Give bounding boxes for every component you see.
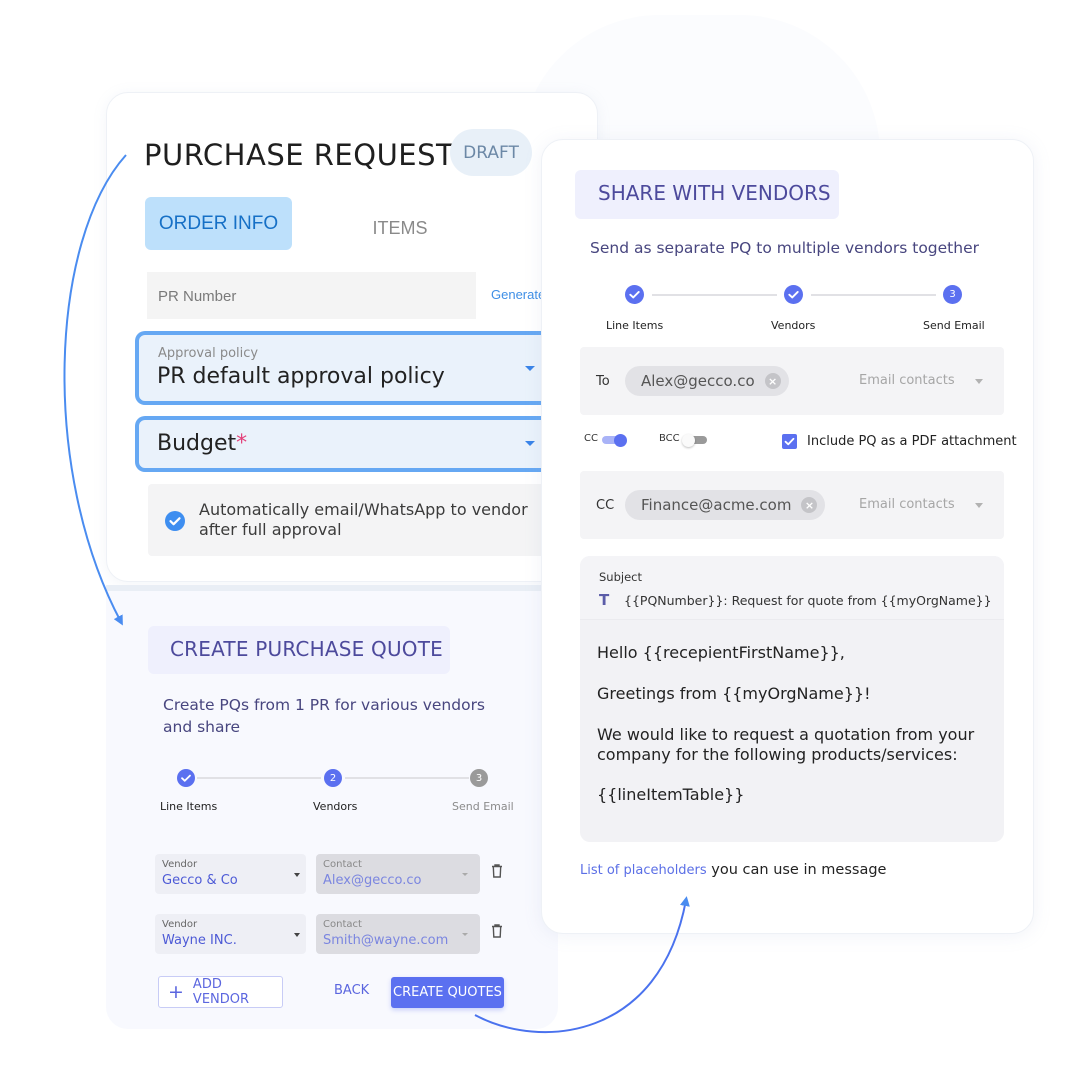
arrow-pq-to-share: [474, 896, 690, 1034]
arrow-pr-to-pq: [63, 154, 127, 626]
flow-arrows: [63, 154, 690, 1034]
